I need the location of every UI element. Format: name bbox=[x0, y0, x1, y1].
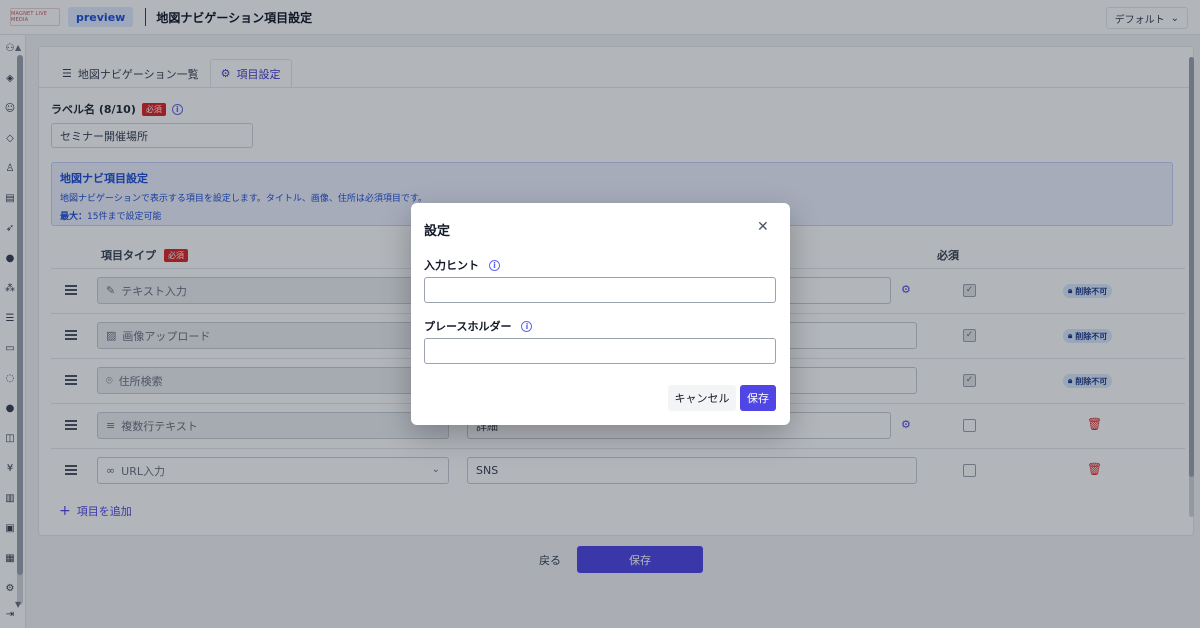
close-icon[interactable]: ✕ bbox=[757, 219, 769, 235]
dialog-title: 設定 bbox=[424, 224, 451, 239]
placeholder-field[interactable] bbox=[424, 338, 776, 364]
hint-field-label: 入力ヒント i bbox=[424, 257, 500, 273]
input-hint-field[interactable] bbox=[424, 277, 776, 303]
info-icon[interactable]: i bbox=[521, 320, 533, 332]
cancel-button[interactable]: キャンセル bbox=[668, 385, 736, 411]
info-icon[interactable]: i bbox=[489, 259, 500, 271]
dialog-save-button[interactable]: 保存 bbox=[740, 385, 776, 411]
placeholder-field-label: プレースホルダー i bbox=[424, 318, 533, 334]
placeholder-label-text: プレースホルダー bbox=[424, 320, 512, 333]
settings-dialog: 設定 ✕ 入力ヒント i プレースホルダー i キャンセル 保存 bbox=[411, 203, 790, 425]
hint-label-text: 入力ヒント bbox=[424, 259, 479, 272]
